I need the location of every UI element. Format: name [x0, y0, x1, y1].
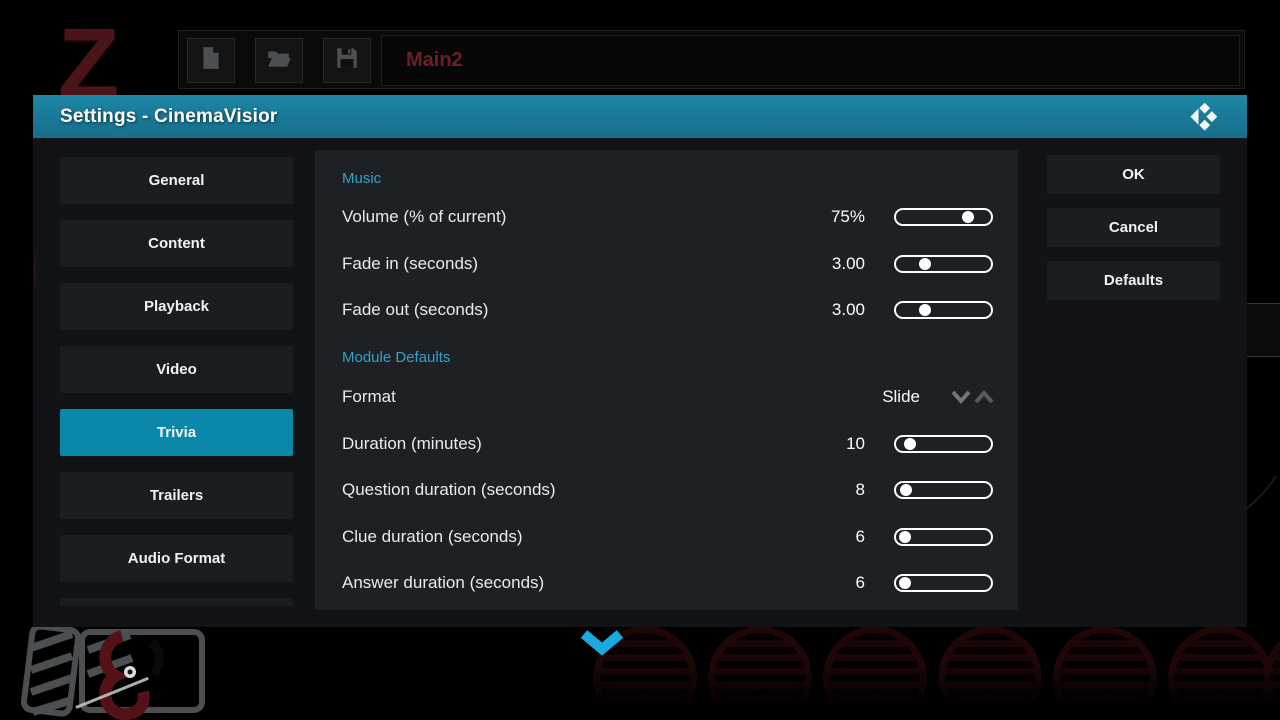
answer-duration-slider[interactable]: [894, 574, 993, 592]
sidebar-item-trailers[interactable]: Trailers: [60, 472, 293, 519]
slider-knob[interactable]: [899, 577, 911, 589]
setting-value: 6: [735, 520, 865, 554]
background-edge-box: [1246, 303, 1280, 357]
setting-row-clue-duration[interactable]: Clue duration (seconds) 6: [315, 520, 1018, 554]
sidebar-item-general[interactable]: General: [60, 157, 293, 204]
setting-label: Answer duration (seconds): [342, 566, 544, 600]
setting-label: Format: [342, 380, 396, 414]
chevron-down-icon[interactable]: [580, 630, 624, 661]
open-folder-icon: [265, 45, 293, 76]
sidebar-item-video[interactable]: Video: [60, 346, 293, 393]
settings-dialog: Settings - CinemaVisior General Content …: [33, 95, 1247, 627]
slider-knob[interactable]: [962, 211, 974, 223]
fade-in-slider[interactable]: [894, 255, 993, 273]
background-arc-art: [33, 255, 41, 285]
open-file-button[interactable]: [255, 38, 303, 83]
save-file-button[interactable]: [323, 38, 371, 83]
settings-panel: Music Volume (% of current) 75% Fade in …: [315, 150, 1018, 610]
cancel-button[interactable]: Cancel: [1047, 208, 1220, 247]
spinner-up-icon[interactable]: [973, 389, 995, 405]
volume-slider[interactable]: [894, 208, 993, 226]
section-header-module-defaults: Module Defaults: [342, 348, 450, 368]
setting-label: Volume (% of current): [342, 200, 506, 234]
setting-value: 3.00: [735, 293, 865, 327]
duration-slider[interactable]: [894, 435, 993, 453]
slider-knob[interactable]: [899, 531, 911, 543]
background-toolbar: Main2: [178, 30, 1245, 89]
section-header-music: Music: [342, 169, 381, 189]
setting-label: Duration (minutes): [342, 427, 482, 461]
kodi-logo-icon: [1187, 102, 1221, 137]
setting-value: 8: [735, 473, 865, 507]
setting-row-question-duration[interactable]: Question duration (seconds) 8: [315, 473, 1018, 507]
setting-value: 3.00: [735, 247, 865, 281]
new-file-icon: [198, 45, 224, 76]
slider-knob[interactable]: [919, 304, 931, 316]
setting-label: Fade out (seconds): [342, 293, 488, 327]
filename-field[interactable]: Main2: [381, 35, 1240, 86]
sidebar-item-playback[interactable]: Playback: [60, 283, 293, 330]
setting-value: 10: [735, 427, 865, 461]
fade-out-slider[interactable]: [894, 301, 993, 319]
slider-knob[interactable]: [904, 438, 916, 450]
sidebar-item-partial[interactable]: [60, 598, 293, 606]
film-reel-art: [552, 622, 1280, 720]
spinner-down-icon[interactable]: [950, 389, 972, 405]
screen: Z Main2: [0, 0, 1280, 720]
dialog-titlebar: Settings - CinemaVisior: [33, 95, 1247, 138]
sidebar-item-audio-format[interactable]: Audio Format: [60, 535, 293, 582]
setting-value: 6: [735, 566, 865, 600]
clue-duration-slider[interactable]: [894, 528, 993, 546]
setting-label: Fade in (seconds): [342, 247, 478, 281]
setting-row-volume[interactable]: Volume (% of current) 75%: [315, 200, 1018, 234]
question-duration-slider[interactable]: [894, 481, 993, 499]
setting-row-fade-out[interactable]: Fade out (seconds) 3.00: [315, 293, 1018, 327]
slider-knob[interactable]: [900, 484, 912, 496]
setting-value: Slide: [790, 380, 920, 414]
clapperboard-art: [18, 620, 233, 720]
sidebar-item-content[interactable]: Content: [60, 220, 293, 267]
ok-button[interactable]: OK: [1047, 155, 1220, 194]
setting-row-format[interactable]: Format Slide: [315, 380, 1018, 414]
defaults-button[interactable]: Defaults: [1047, 261, 1220, 300]
slider-knob[interactable]: [919, 258, 931, 270]
setting-row-fade-in[interactable]: Fade in (seconds) 3.00: [315, 247, 1018, 281]
new-file-button[interactable]: [187, 38, 235, 83]
setting-label: Question duration (seconds): [342, 473, 556, 507]
setting-label: Clue duration (seconds): [342, 520, 522, 554]
dialog-title: Settings - CinemaVisior: [60, 106, 278, 128]
sidebar-item-trivia[interactable]: Trivia: [60, 409, 293, 456]
save-icon: [334, 45, 360, 76]
setting-value: 75%: [735, 200, 865, 234]
setting-row-duration[interactable]: Duration (minutes) 10: [315, 427, 1018, 461]
setting-row-answer-duration[interactable]: Answer duration (seconds) 6: [315, 566, 1018, 600]
